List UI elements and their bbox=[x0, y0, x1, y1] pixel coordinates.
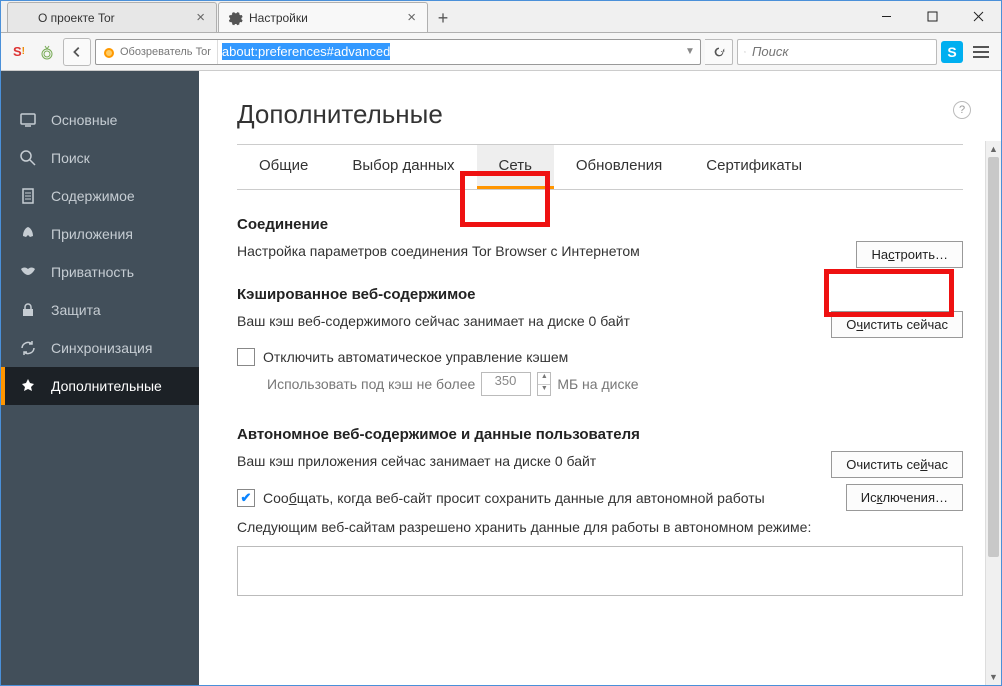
url-bar[interactable]: Обозреватель Tor about:preferences#advan… bbox=[95, 39, 701, 65]
offline-heading: Автономное веб-содержимое и данные польз… bbox=[237, 426, 963, 443]
menu-button[interactable] bbox=[967, 39, 995, 65]
sidebar-label: Поиск bbox=[51, 150, 90, 166]
connection-desc: Настройка параметров соединения Tor Brow… bbox=[237, 241, 856, 262]
search-input[interactable] bbox=[752, 44, 930, 59]
offline-status: Ваш кэш приложения сейчас занимает на ди… bbox=[237, 451, 831, 472]
new-tab-button[interactable]: + bbox=[429, 4, 457, 32]
sidebar-label: Основные bbox=[51, 112, 117, 128]
onion-toolbar-icon[interactable] bbox=[35, 40, 59, 64]
subtab-network[interactable]: Сеть bbox=[477, 145, 554, 189]
sidebar-item-privacy[interactable]: Приватность bbox=[1, 253, 199, 291]
sidebar-item-advanced[interactable]: Дополнительные bbox=[1, 367, 199, 405]
rocket-icon bbox=[19, 225, 37, 243]
addon-s-icon[interactable]: S! bbox=[7, 40, 31, 64]
subtab-general[interactable]: Общие bbox=[237, 145, 330, 189]
preferences-sidebar: Основные Поиск Содержимое Приложения При… bbox=[1, 71, 199, 685]
offline-exceptions-button[interactable]: Исключения… bbox=[846, 484, 963, 511]
reload-button[interactable] bbox=[705, 39, 733, 65]
browser-tab-1[interactable]: Настройки × bbox=[218, 2, 428, 32]
identity-box[interactable]: Обозреватель Tor bbox=[96, 40, 218, 64]
scroll-down-arrow[interactable]: ▼ bbox=[986, 669, 1001, 685]
cache-limit-unit: МБ на диске bbox=[557, 376, 638, 392]
tab-label-0: О проекте Tor bbox=[38, 11, 193, 25]
sidebar-item-general[interactable]: Основные bbox=[1, 101, 199, 139]
sidebar-label: Защита bbox=[51, 302, 101, 318]
scroll-up-arrow[interactable]: ▲ bbox=[986, 141, 1001, 157]
sidebar-item-search[interactable]: Поиск bbox=[1, 139, 199, 177]
url-text[interactable]: about:preferences#advanced bbox=[218, 42, 680, 61]
sidebar-item-security[interactable]: Защита bbox=[1, 291, 199, 329]
content-pane: ? Дополнительные Общие Выбор данных Сеть… bbox=[199, 71, 1001, 606]
identity-label: Обозреватель Tor bbox=[120, 46, 211, 58]
tor-onion-icon bbox=[102, 45, 116, 59]
subtab-certificates[interactable]: Сертификаты bbox=[684, 145, 824, 189]
sidebar-label: Содержимое bbox=[51, 188, 135, 204]
cache-status: Ваш кэш веб-содержимого сейчас занимает … bbox=[237, 311, 831, 332]
sidebar-label: Приложения bbox=[51, 226, 133, 242]
back-button[interactable] bbox=[63, 38, 91, 66]
gear-icon bbox=[227, 10, 243, 26]
disable-cache-checkbox[interactable] bbox=[237, 348, 255, 366]
cache-limit-input[interactable]: 350 bbox=[481, 372, 531, 396]
lock-icon bbox=[19, 301, 37, 319]
cache-limit-spinner[interactable]: ▲▼ bbox=[537, 372, 551, 396]
advanced-icon bbox=[19, 377, 37, 395]
vertical-scrollbar[interactable]: ▲ ▼ bbox=[985, 141, 1001, 685]
offline-sites-list[interactable] bbox=[237, 546, 963, 596]
cache-clear-button[interactable]: Очистить сейчас bbox=[831, 311, 963, 338]
sync-icon bbox=[19, 339, 37, 357]
toolbar: S! Обозреватель Tor about:preferences#ad… bbox=[1, 33, 1001, 71]
sidebar-item-content[interactable]: Содержимое bbox=[1, 177, 199, 215]
page-title: Дополнительные bbox=[237, 99, 963, 130]
tab-strip: О проекте Tor × Настройки × + bbox=[1, 1, 1001, 33]
offline-clear-button[interactable]: Очистить сейчас bbox=[831, 451, 963, 478]
window-minimize-button[interactable] bbox=[863, 1, 909, 31]
sidebar-item-sync[interactable]: Синхронизация bbox=[1, 329, 199, 367]
disable-cache-label: Отключить автоматическое управление кэше… bbox=[263, 349, 568, 365]
sidebar-item-applications[interactable]: Приложения bbox=[1, 215, 199, 253]
magnifier-icon bbox=[19, 149, 37, 167]
browser-tab-0[interactable]: О проекте Tor × bbox=[7, 2, 217, 32]
window-close-button[interactable] bbox=[955, 1, 1001, 31]
window-maximize-button[interactable] bbox=[909, 1, 955, 31]
cache-limit-label: Использовать под кэш не более bbox=[267, 376, 475, 392]
subtab-bar: Общие Выбор данных Сеть Обновления Серти… bbox=[237, 144, 963, 190]
subtab-data[interactable]: Выбор данных bbox=[330, 145, 476, 189]
monitor-icon bbox=[19, 111, 37, 129]
connection-settings-button[interactable]: Настроить… bbox=[856, 241, 963, 268]
connection-heading: Соединение bbox=[237, 216, 963, 233]
tab-close-1[interactable]: × bbox=[404, 9, 419, 26]
tab-close-0[interactable]: × bbox=[193, 9, 208, 26]
sidebar-label: Приватность bbox=[51, 264, 134, 280]
sidebar-label: Синхронизация bbox=[51, 340, 152, 356]
mask-icon bbox=[19, 263, 37, 281]
subtab-updates[interactable]: Обновления bbox=[554, 145, 684, 189]
document-icon bbox=[19, 187, 37, 205]
offline-notify-label: Сообщать, когда веб-сайт просит сохранит… bbox=[263, 490, 765, 506]
sidebar-label: Дополнительные bbox=[51, 378, 162, 394]
help-icon[interactable]: ? bbox=[953, 101, 971, 119]
cache-heading: Кэшированное веб-содержимое bbox=[237, 286, 963, 303]
search-bar[interactable] bbox=[737, 39, 937, 65]
offline-notify-checkbox[interactable] bbox=[237, 489, 255, 507]
skype-icon[interactable]: S bbox=[941, 41, 963, 63]
offline-allowed-label: Следующим веб-сайтам разрешено хранить д… bbox=[237, 517, 963, 538]
scroll-thumb[interactable] bbox=[988, 157, 999, 557]
search-icon bbox=[744, 45, 746, 59]
url-dropdown-icon[interactable]: ▼ bbox=[680, 46, 700, 57]
tab-favicon-0 bbox=[16, 10, 32, 26]
tab-label-1: Настройки bbox=[249, 11, 404, 25]
